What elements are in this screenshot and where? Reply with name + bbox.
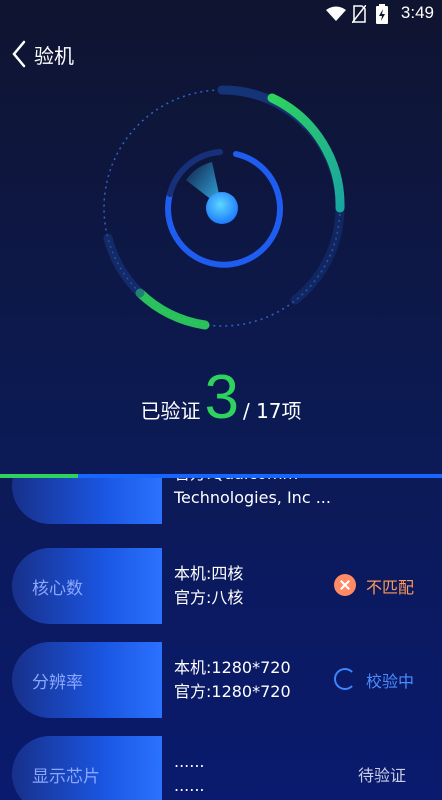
item-value-line2: 官方:八核	[174, 588, 244, 607]
check-list[interactable]: 官方:Qualcomm Technologies, Inc ... 核心数 本机…	[0, 478, 442, 800]
wifi-icon	[326, 6, 346, 21]
item-value-line1: 官方:Qualcomm	[174, 478, 331, 486]
center-dot	[206, 192, 238, 224]
item-values: ...... ......	[174, 750, 205, 798]
header: 验机	[0, 32, 442, 76]
item-value-line1: ......	[174, 752, 205, 771]
status-text: 校验中	[366, 672, 415, 691]
item-label: 分辨率	[32, 673, 83, 693]
item-value-line2: 官方:1280*720	[174, 682, 291, 701]
verified-count: 3	[204, 363, 239, 432]
item-value-line2: Technologies, Inc ...	[174, 488, 331, 507]
item-values: 本机:四核 官方:八核	[174, 562, 243, 610]
progress-gauge	[103, 85, 345, 330]
page-title: 验机	[34, 44, 74, 68]
loading-icon	[334, 668, 356, 690]
item-label: 核心数	[32, 579, 83, 599]
item-label-pill: 分辨率	[12, 642, 162, 718]
no-sim-icon	[352, 5, 366, 23]
list-item[interactable]: 显示芯片 ...... ...... 待验证	[12, 736, 432, 800]
verified-total: / 17项	[242, 399, 302, 423]
status-text: 不匹配	[366, 578, 415, 597]
progress-arc-bottom	[135, 288, 210, 330]
verified-summary: 已验证3/ 17项	[0, 362, 442, 442]
list-item[interactable]: 分辨率 本机:1280*720 官方:1280*720 校验中	[12, 642, 432, 718]
verified-prefix: 已验证	[140, 399, 201, 423]
item-value-line2: ......	[174, 776, 205, 795]
item-value-line1: 本机:四核	[174, 564, 244, 583]
item-label: 显示芯片	[32, 767, 100, 787]
list-item[interactable]: 官方:Qualcomm Technologies, Inc ...	[12, 478, 432, 524]
item-label-pill: 核心数	[12, 548, 162, 624]
item-values: 官方:Qualcomm Technologies, Inc ...	[174, 478, 331, 510]
status-text: 待验证	[358, 766, 407, 785]
item-label-pill	[12, 478, 162, 524]
item-value-line1: 本机:1280*720	[174, 658, 291, 677]
battery-charging-icon	[376, 4, 388, 24]
item-values: 本机:1280*720 官方:1280*720	[174, 656, 291, 704]
mismatch-icon	[334, 574, 356, 596]
item-label-pill: 显示芯片	[12, 736, 162, 800]
list-item[interactable]: 核心数 本机:四核 官方:八核 不匹配	[12, 548, 432, 624]
clock: 3:49	[400, 3, 434, 22]
progress-arc-right	[267, 93, 345, 213]
chevron-left-icon[interactable]	[8, 38, 30, 70]
status-bar: 3:49	[0, 0, 442, 28]
